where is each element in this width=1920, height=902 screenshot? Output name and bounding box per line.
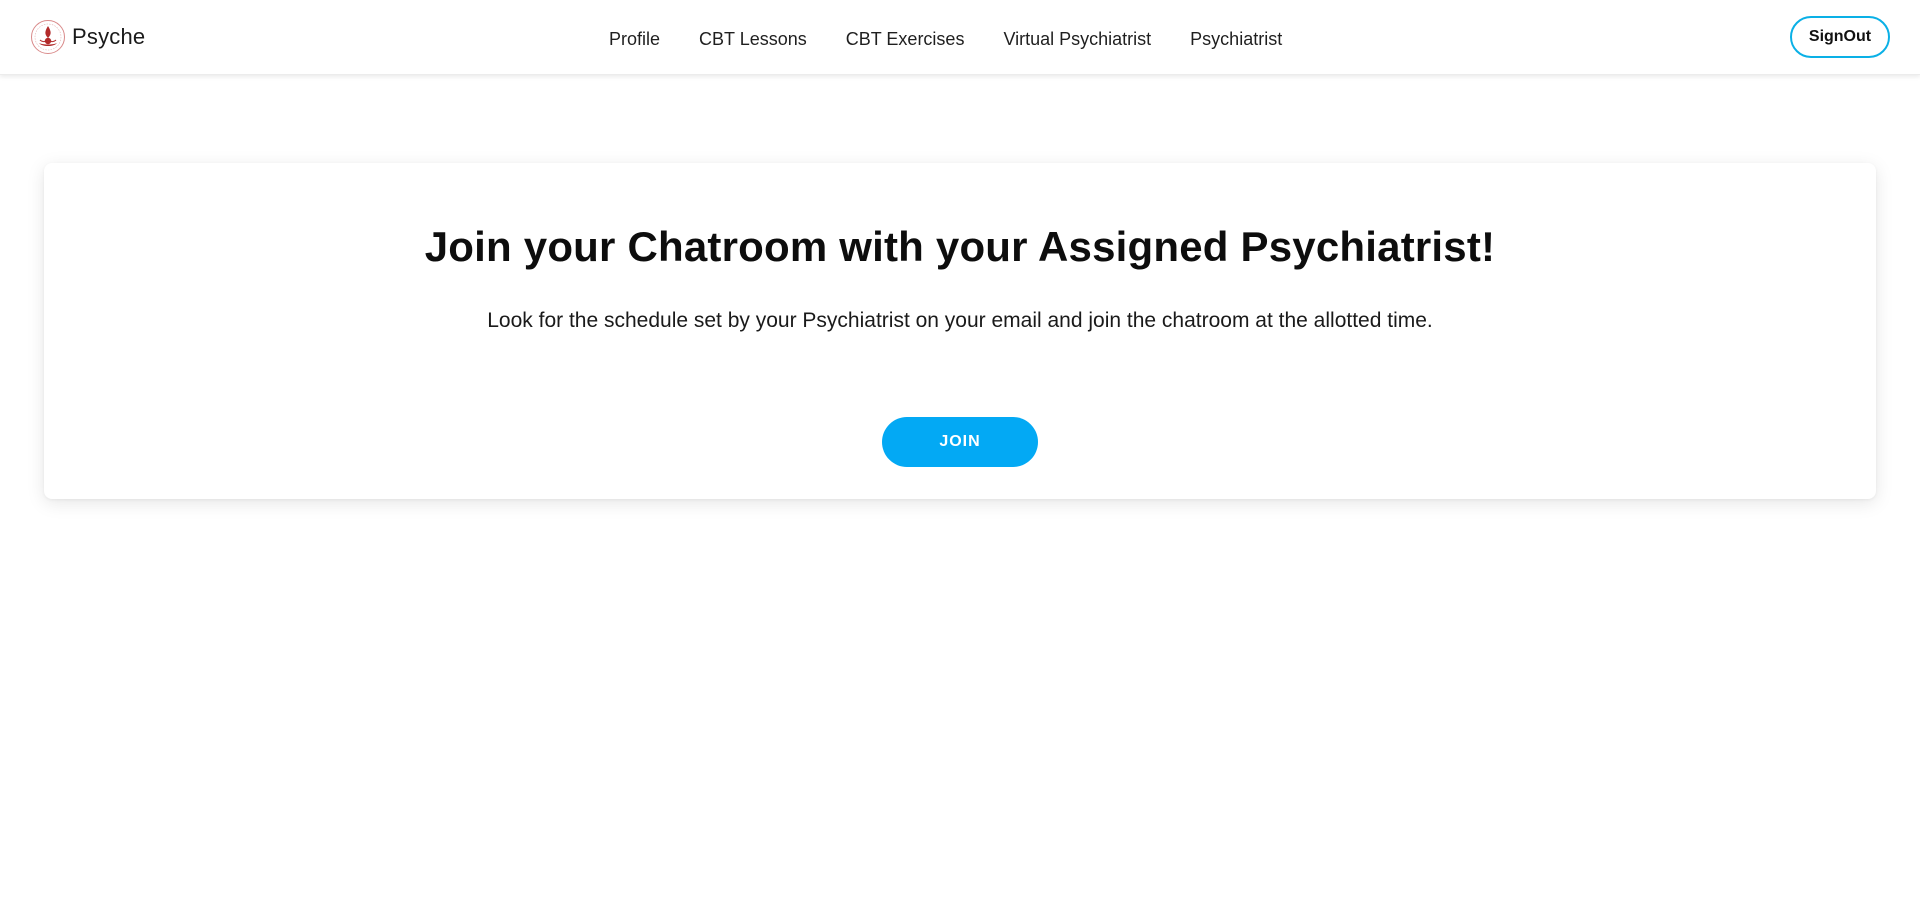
main-nav: Profile CBT Lessons CBT Exercises Virtua… xyxy=(609,26,1282,52)
join-button[interactable]: JOIN xyxy=(882,417,1038,467)
nav-link-cbt-lessons[interactable]: CBT Lessons xyxy=(699,29,807,50)
signout-button[interactable]: SignOut xyxy=(1790,16,1890,58)
nav-link-cbt-exercises[interactable]: CBT Exercises xyxy=(846,29,965,50)
nav-link-profile[interactable]: Profile xyxy=(609,29,660,50)
brand-name: Psyche xyxy=(72,24,146,49)
page-description: Look for the schedule set by your Psychi… xyxy=(487,309,1433,332)
psyche-logo-icon xyxy=(31,20,65,54)
nav-link-psychiatrist[interactable]: Psychiatrist xyxy=(1190,29,1282,50)
top-navbar: Psyche Profile CBT Lessons CBT Exercises… xyxy=(0,0,1920,75)
nav-link-virtual-psychiatrist[interactable]: Virtual Psychiatrist xyxy=(1003,29,1151,50)
page-title: Join your Chatroom with your Assigned Ps… xyxy=(424,223,1496,270)
chatroom-card: Join your Chatroom with your Assigned Ps… xyxy=(44,163,1876,499)
brand-home-link[interactable]: Psyche xyxy=(30,18,145,56)
